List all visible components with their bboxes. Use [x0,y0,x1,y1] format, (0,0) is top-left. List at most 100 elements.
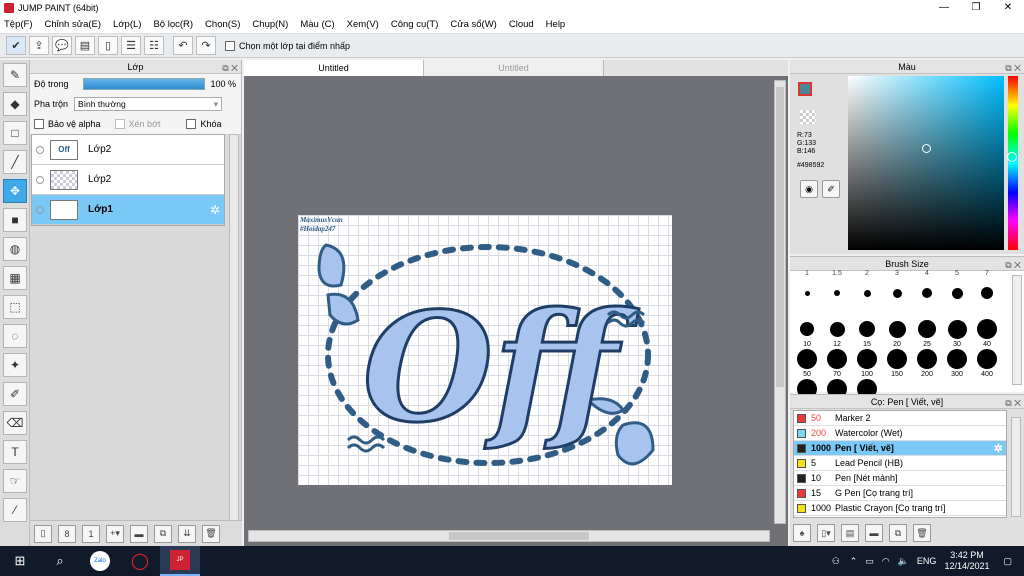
document-icon[interactable]: ▯ [98,36,118,55]
brush-size-dot[interactable] [892,288,902,298]
brush-size-dot[interactable] [859,321,875,337]
layer-row-selected[interactable]: Lớp1 ✲ [32,195,224,225]
opacity-slider[interactable] [82,78,205,90]
folder-icon[interactable]: ▬ [130,524,148,543]
language-indicator[interactable]: ENG [917,556,937,566]
brush-size-dot[interactable] [863,289,871,297]
color-picker-icon[interactable]: ✐ [822,180,840,198]
menu-tools[interactable]: Công cụ(T) [391,19,439,30]
delete-layer-icon[interactable]: 🗑 [202,524,220,543]
menu-cloud[interactable]: Cloud [509,19,534,30]
subtool-item[interactable]: 15 G Pen [Cọ trang trí] [794,486,1006,501]
layer-row[interactable]: Lớp2 [32,165,224,195]
select-eraser-icon[interactable]: ⌫ [3,411,27,435]
brush-tool-icon[interactable]: ✎ [3,63,27,87]
new-1bit-layer-icon[interactable]: 1 [82,524,100,543]
show-hidden-icon[interactable]: ⌃ [850,556,858,567]
drawing-canvas[interactable]: MaximusVcun #Hoidap247 Off [298,215,672,485]
brush-size-dot[interactable] [797,349,817,369]
brush-size-scrollbar[interactable] [1012,275,1022,385]
opera-icon[interactable]: ◯ [120,546,160,576]
select-pen-icon[interactable]: ✐ [3,382,27,406]
share-icon[interactable]: ⇪ [29,36,49,55]
delete-subtool-icon[interactable]: 🗑 [913,524,931,542]
brush-size-dot[interactable] [829,321,845,337]
save-subtool-icon[interactable]: ▤ [841,524,859,542]
canvas-horizontal-scrollbar[interactable] [248,530,770,542]
color-cursor[interactable] [922,144,931,153]
gradient-tool-icon[interactable]: ▦ [3,266,27,290]
bucket-tool-icon[interactable]: ◍ [3,237,27,261]
subtool-item[interactable]: 1000 Plastic Crayon [Cọ trang trí] [794,501,1006,516]
subtool-item[interactable]: 50 Marker 2 [794,411,1006,426]
select-layer-checkbox[interactable] [225,40,235,51]
message-icon[interactable]: ▤ [75,36,95,55]
layer-scrollbar[interactable] [229,134,239,532]
menu-capture[interactable]: Chụp(N) [252,19,288,30]
subtool-scrollbar[interactable] [1011,417,1021,517]
rect-select-icon[interactable]: ⬚ [3,295,27,319]
zalo-icon[interactable]: Zalo [80,546,120,576]
brush-size-dot[interactable] [804,290,810,296]
brush-size-dot[interactable] [922,288,932,298]
gear-icon[interactable]: ✲ [994,442,1003,455]
rectangle-tool-icon[interactable]: □ [3,121,27,145]
brush-size-dot[interactable] [800,322,814,336]
brush-size-dot[interactable] [827,349,847,369]
line-tool-icon[interactable]: ╱ [3,150,27,174]
brush-size-dot[interactable] [947,319,967,339]
brush-size-dot[interactable] [977,319,997,339]
menu-file[interactable]: Tệp(F) [4,19,33,30]
panel-window-buttons[interactable]: ⧉ ✕ [1005,396,1021,410]
add-layer-menu-icon[interactable]: +▾ [106,524,124,543]
new-8bit-layer-icon[interactable]: 8 [58,524,76,543]
lock-checkbox[interactable] [186,119,197,129]
menu-select[interactable]: Chọn(S) [205,19,240,30]
subtool-item[interactable]: 5 Lead Pencil (HB) [794,456,1006,471]
search-icon[interactable]: ⌕ [40,546,80,576]
panel-window-buttons[interactable]: ⧉ ✕ [222,61,238,75]
minimize-button[interactable]: — [928,0,960,16]
brush-size-dot[interactable] [977,349,997,369]
operation-tool-icon[interactable]: ☞ [3,469,27,493]
jump-paint-icon[interactable]: JP [160,546,200,576]
transparent-color-swatch[interactable] [800,110,816,124]
brush-size-dot[interactable] [857,349,877,369]
cloud-check-icon[interactable]: ✔ [6,36,26,55]
brush-size-dot[interactable] [888,320,906,338]
tab-document-1[interactable]: Untitled [244,60,424,76]
eyedropper-tool-icon[interactable]: ⁄ [3,498,27,522]
hue-slider[interactable] [1008,76,1018,250]
maximize-button[interactable]: ❐ [960,0,992,16]
text-tool-icon[interactable]: T [3,440,27,464]
brush-size-dot[interactable] [947,349,967,369]
brush-size-dot[interactable] [918,320,936,338]
panel-window-buttons[interactable]: ⧉ ✕ [1005,61,1021,75]
canvas-vertical-scrollbar[interactable] [774,80,786,524]
visibility-icon[interactable] [36,175,44,184]
brush-size-dot[interactable] [834,290,840,296]
notification-icon[interactable]: ▢ [1003,556,1012,567]
add-subtool-icon[interactable]: ▯▾ [817,524,835,542]
menu-view[interactable]: Xem(V) [347,19,379,30]
settings-list-icon[interactable]: ☷ [144,36,164,55]
magic-wand-icon[interactable]: ✦ [3,353,27,377]
undo-icon[interactable]: ↶ [173,36,193,55]
layer-row[interactable]: Off Lớp2 [32,135,224,165]
tab-document-2[interactable]: Untitled [424,60,604,76]
new-layer-icon[interactable]: ▯ [34,524,52,543]
fill-rect-tool-icon[interactable]: ■ [3,208,27,232]
merge-layer-icon[interactable]: ⇊ [178,524,196,543]
volume-icon[interactable]: 🔈 [898,556,909,567]
list-icon[interactable]: ☰ [121,36,141,55]
close-button[interactable]: ✕ [992,0,1024,16]
menu-layer[interactable]: Lớp(L) [113,19,141,30]
foreground-color-swatch[interactable] [798,82,812,96]
saturation-value-picker[interactable] [848,76,1004,250]
tool-settings-icon[interactable]: ♠ [793,524,811,542]
protect-alpha-checkbox[interactable] [34,119,44,129]
menu-filter[interactable]: Bộ lọc(R) [153,19,193,30]
subtool-item-selected[interactable]: 1000 Pen [ Viết, vẽ] ✲ [794,441,1006,456]
redo-icon[interactable]: ↷ [196,36,216,55]
lasso-select-icon[interactable]: ◌ [3,324,27,348]
